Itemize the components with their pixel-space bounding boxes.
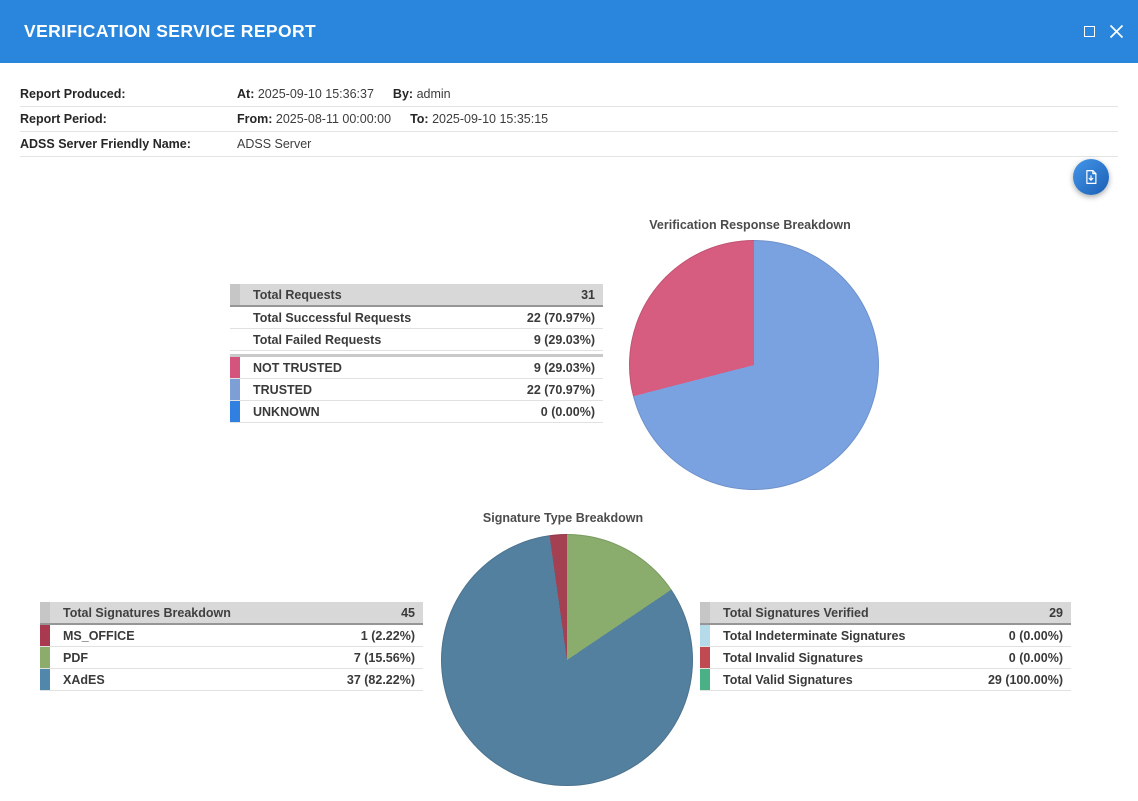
meta-row-report-period: Report Period: From: 2025-08-11 00:00:00…	[20, 107, 1118, 132]
verification-service-report-window: VERIFICATION SERVICE REPORT Report Produ…	[0, 0, 1138, 801]
row-valid-signatures: Total Valid Signatures 29 (100.00%)	[700, 669, 1071, 691]
verification-response-pie-chart	[629, 240, 879, 490]
indeterminate-color-swatch	[700, 625, 710, 646]
legend-row-not-trusted: NOT TRUSTED 9 (29.03%)	[230, 357, 603, 379]
meta-value-at: At: 2025-09-10 15:36:37	[237, 87, 374, 101]
meta-row-report-produced: Report Produced: At: 2025-09-10 15:36:37…	[20, 82, 1118, 107]
meta-value-server-name: ADSS Server	[237, 137, 311, 151]
signature-type-pie-chart	[441, 534, 693, 786]
signatures-breakdown-table: Total Signatures Breakdown 45 MS_OFFICE …	[40, 602, 423, 691]
maximize-button[interactable]	[1080, 23, 1098, 41]
verification-response-chart-title: Verification Response Breakdown	[600, 218, 900, 232]
legend-row-xades: XAdES 37 (82.22%)	[40, 669, 423, 691]
table-row: Total Successful Requests 22 (70.97%)	[230, 307, 603, 329]
meta-label: Report Period:	[20, 112, 237, 126]
legend-row-trusted: TRUSTED 22 (70.97%)	[230, 379, 603, 401]
valid-color-swatch	[700, 669, 710, 690]
export-report-button[interactable]	[1073, 159, 1109, 195]
close-icon	[1109, 24, 1124, 39]
row-invalid-signatures: Total Invalid Signatures 0 (0.00%)	[700, 647, 1071, 669]
pdf-color-swatch	[40, 647, 50, 668]
meta-value-to: To: 2025-09-10 15:35:15	[410, 112, 548, 126]
meta-value-from: From: 2025-08-11 00:00:00	[237, 112, 391, 126]
document-download-icon	[1082, 168, 1100, 186]
row-indeterminate-signatures: Total Indeterminate Signatures 0 (0.00%)	[700, 625, 1071, 647]
total-requests-table: Total Requests 31 Total Successful Reque…	[230, 284, 603, 423]
not-trusted-color-swatch	[230, 357, 240, 378]
xades-color-swatch	[40, 669, 50, 690]
legend-row-ms-office: MS_OFFICE 1 (2.22%)	[40, 625, 423, 647]
legend-row-pdf: PDF 7 (15.56%)	[40, 647, 423, 669]
meta-label: ADSS Server Friendly Name:	[20, 137, 237, 151]
legend-block: NOT TRUSTED 9 (29.03%) TRUSTED 22 (70.97…	[230, 354, 603, 423]
header-swatch	[700, 602, 710, 623]
signatures-verified-table: Total Signatures Verified 29 Total Indet…	[700, 602, 1071, 691]
window-controls	[1080, 0, 1125, 63]
table-header-row: Total Signatures Breakdown 45	[40, 602, 423, 625]
header-swatch	[230, 284, 240, 305]
signature-type-chart-title: Signature Type Breakdown	[413, 511, 713, 525]
titlebar: VERIFICATION SERVICE REPORT	[0, 0, 1138, 63]
unknown-color-swatch	[230, 401, 240, 422]
table-header-row: Total Signatures Verified 29	[700, 602, 1071, 625]
empty-swatch	[230, 307, 240, 328]
empty-swatch	[230, 329, 240, 350]
header-swatch	[40, 602, 50, 623]
trusted-color-swatch	[230, 379, 240, 400]
meta-row-server-name: ADSS Server Friendly Name: ADSS Server	[20, 132, 1118, 157]
ms-office-color-swatch	[40, 625, 50, 646]
maximize-icon	[1084, 26, 1095, 37]
invalid-color-swatch	[700, 647, 710, 668]
meta-label: Report Produced:	[20, 87, 237, 101]
close-button[interactable]	[1107, 23, 1125, 41]
window-title: VERIFICATION SERVICE REPORT	[24, 21, 316, 42]
table-row: Total Failed Requests 9 (29.03%)	[230, 329, 603, 351]
meta-value-by: By: admin	[393, 87, 451, 101]
report-meta: Report Produced: At: 2025-09-10 15:36:37…	[0, 64, 1138, 157]
legend-row-unknown: UNKNOWN 0 (0.00%)	[230, 401, 603, 423]
table-header-row: Total Requests 31	[230, 284, 603, 307]
